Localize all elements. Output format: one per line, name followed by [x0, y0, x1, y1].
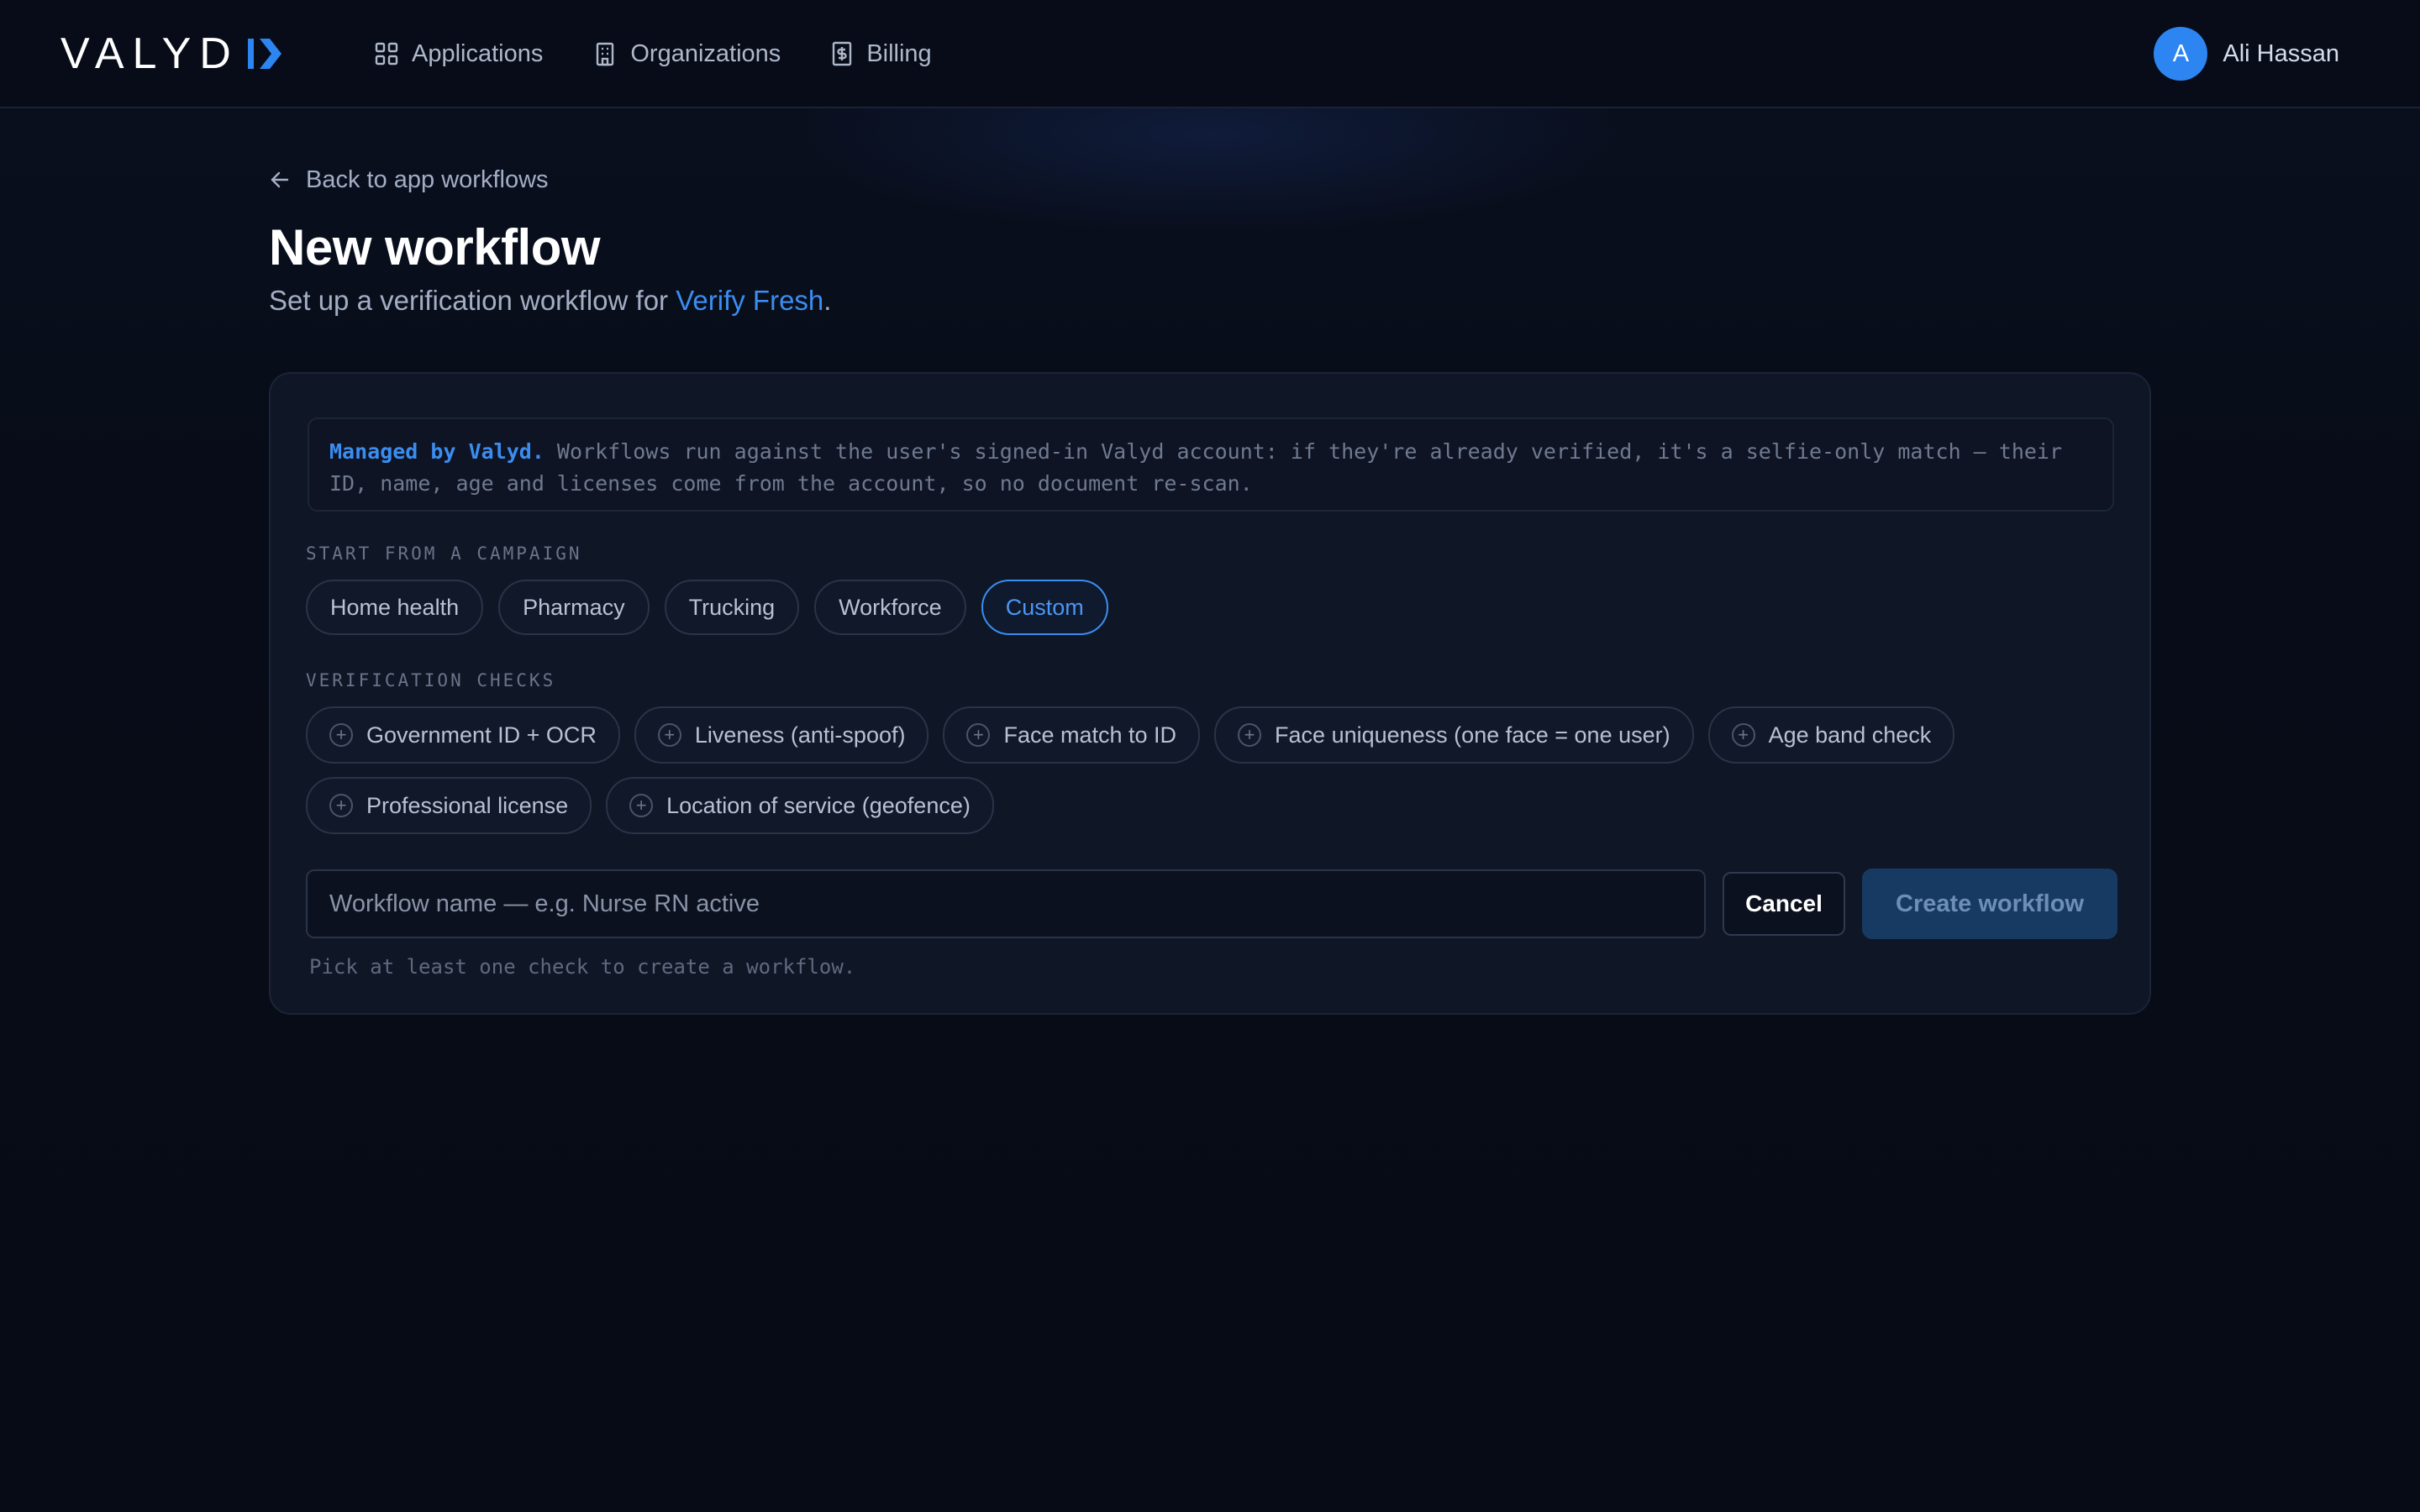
check-chip-professional-license[interactable]: + Professional license	[306, 777, 592, 834]
campaign-section-label: START FROM A CAMPAIGN	[306, 543, 582, 564]
check-label: Location of service (geofence)	[666, 792, 971, 818]
page-subtitle: Set up a verification workflow for Verif…	[269, 285, 2151, 317]
page: VALYD Applications Organizations Billing…	[0, 0, 2420, 1512]
plus-icon: +	[1238, 723, 1262, 747]
building-icon	[597, 42, 614, 66]
logo-mark-icon	[247, 37, 281, 71]
arrow-left-icon	[271, 171, 289, 188]
app-name-link[interactable]: Verify Fresh	[676, 285, 823, 316]
receipt-dollar-icon	[833, 41, 852, 66]
notice-text: Workflows run against the user's signed-…	[329, 439, 2063, 496]
subtitle-prefix: Set up a verification workflow for	[269, 285, 676, 316]
check-chip-age-band[interactable]: + Age band check	[1707, 706, 1955, 764]
main-content: Back to app workflows New workflow Set u…	[269, 160, 2151, 1015]
back-link-label: Back to app workflows	[306, 165, 549, 193]
form-hint: Pick at least one check to create a work…	[309, 955, 856, 979]
nav-organizations[interactable]: Organizations	[593, 40, 781, 68]
valyd-logo[interactable]: VALYD	[60, 29, 281, 78]
campaign-chip-pharmacy[interactable]: Pharmacy	[498, 580, 650, 635]
check-label: Liveness (anti-spoof)	[694, 722, 906, 748]
campaign-chip-trucking[interactable]: Trucking	[664, 580, 800, 635]
nav-billing[interactable]: Billing	[831, 39, 932, 68]
check-chips: + Government ID + OCR + Liveness (anti-s…	[306, 706, 2121, 848]
plus-icon: +	[329, 723, 353, 747]
nav-applications[interactable]: Applications	[375, 40, 543, 68]
campaign-chip-custom[interactable]: Custom	[981, 580, 1108, 635]
back-to-workflows-link[interactable]: Back to app workflows	[269, 160, 555, 200]
check-chip-government-id[interactable]: + Government ID + OCR	[306, 706, 620, 764]
nav-applications-label: Applications	[412, 39, 544, 67]
plus-icon: +	[966, 723, 991, 747]
check-chip-face-match[interactable]: + Face match to ID	[943, 706, 1201, 764]
check-label: Government ID + OCR	[366, 722, 597, 748]
check-label: Age band check	[1768, 722, 1932, 748]
logo-text: VALYD	[60, 29, 239, 78]
campaign-chips: Home health Pharmacy Trucking Workforce …	[306, 580, 1123, 635]
avatar: A	[2154, 27, 2208, 81]
plus-icon: +	[657, 723, 681, 747]
subtitle-suffix: .	[823, 285, 832, 316]
check-label: Professional license	[366, 792, 569, 818]
nav-organizations-label: Organizations	[630, 39, 781, 67]
page-title: New workflow	[269, 219, 601, 276]
notice-strong: Managed by Valyd.	[329, 439, 544, 464]
campaign-chip-home-health[interactable]: Home health	[306, 580, 484, 635]
grid-icon	[375, 42, 398, 66]
plus-icon: +	[629, 794, 654, 817]
check-chip-liveness[interactable]: + Liveness (anti-spoof)	[634, 706, 929, 764]
plus-icon: +	[1731, 723, 1755, 747]
managed-notice: Managed by Valyd. Workflows run against …	[308, 417, 2114, 512]
check-chip-location[interactable]: + Location of service (geofence)	[606, 777, 994, 834]
checks-section-label: VERIFICATION CHECKS	[306, 670, 556, 690]
user-menu[interactable]: A Ali Hassan	[2154, 27, 2339, 81]
check-label: Face uniqueness (one face = one user)	[1275, 722, 1670, 748]
workflow-name-input[interactable]	[306, 869, 1706, 938]
nav-links: Applications Organizations Billing	[375, 34, 982, 74]
top-navbar: VALYD Applications Organizations Billing…	[0, 0, 2420, 108]
campaign-chip-workforce[interactable]: Workforce	[814, 580, 966, 635]
plus-icon: +	[329, 794, 353, 817]
check-chip-face-uniqueness[interactable]: + Face uniqueness (one face = one user)	[1214, 706, 1694, 764]
workflow-form-card: Managed by Valyd. Workflows run against …	[269, 372, 2151, 1015]
create-workflow-button[interactable]: Create workflow	[1862, 869, 2118, 939]
nav-billing-label: Billing	[866, 39, 932, 67]
check-label: Face match to ID	[1003, 722, 1177, 748]
cancel-button[interactable]: Cancel	[1723, 872, 1845, 936]
user-name: Ali Hassan	[2223, 39, 2339, 67]
